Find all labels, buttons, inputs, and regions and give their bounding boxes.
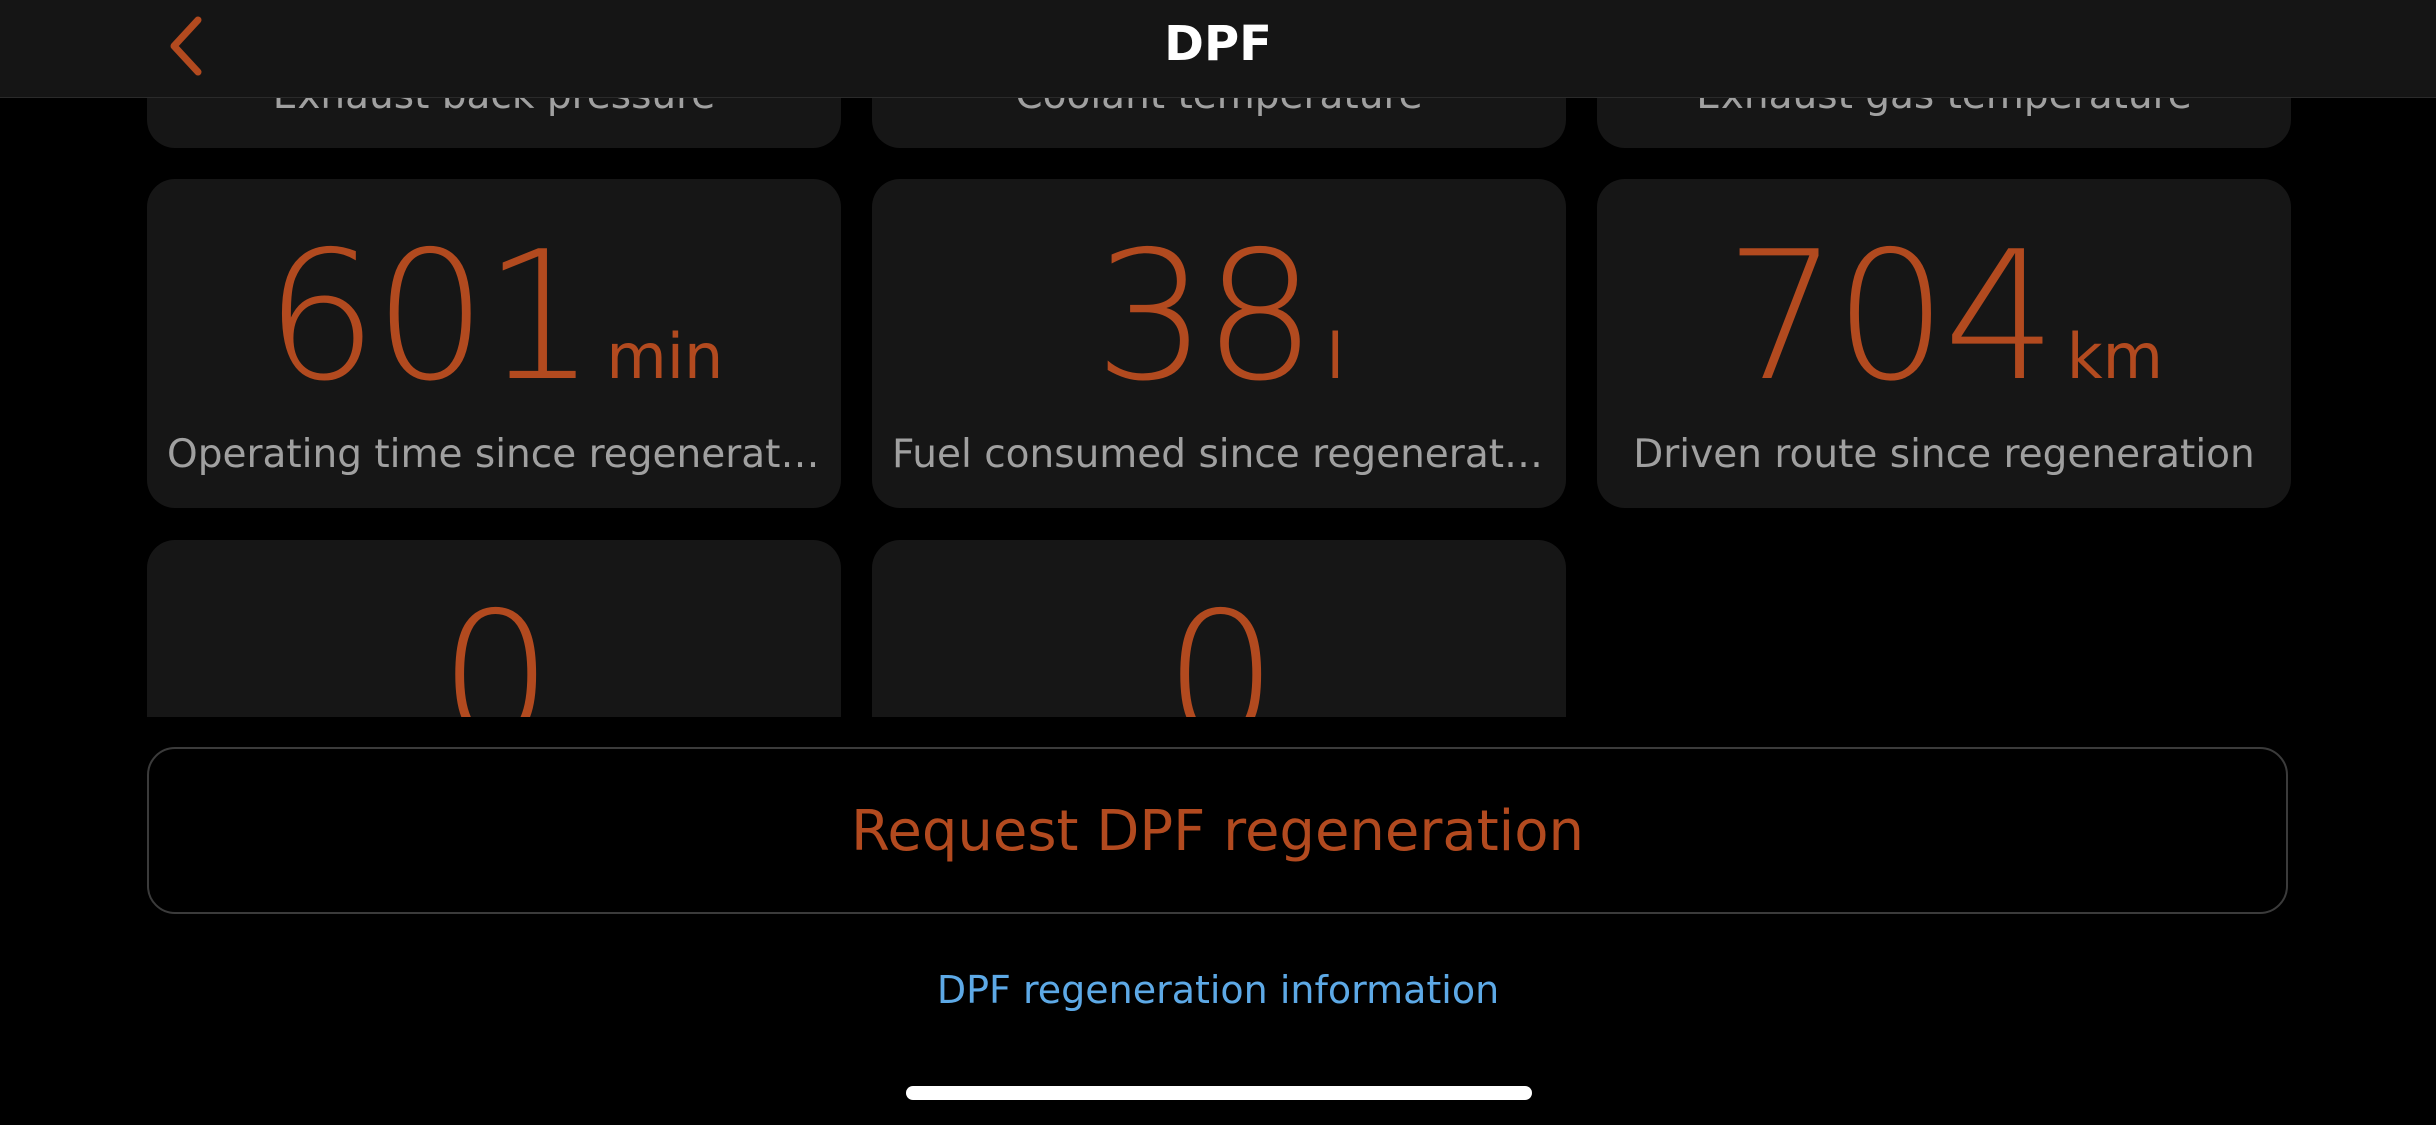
metrics-grid[interactable]: Exhaust back pressure Coolant temperatur… bbox=[0, 0, 2436, 717]
metric-value: 38 bbox=[1094, 213, 1316, 420]
metric-value-line: 704 km bbox=[1597, 213, 2291, 420]
metric-unit: l bbox=[1326, 320, 1344, 393]
metric-label: Fuel consumed since regeneration bbox=[892, 432, 1546, 477]
metric-value: 0 bbox=[439, 574, 552, 718]
metric-value-line: 0 bbox=[872, 574, 1566, 718]
dpf-screen: Exhaust back pressure Coolant temperatur… bbox=[0, 0, 2436, 1125]
metric-value: 704 bbox=[1724, 213, 2057, 420]
metric-card: 0 bbox=[147, 540, 841, 717]
metric-value-line: 38 l bbox=[872, 213, 1566, 420]
home-indicator[interactable] bbox=[906, 1086, 1532, 1100]
metric-value: 601 bbox=[264, 213, 597, 420]
metric-value-line: 0 bbox=[147, 574, 841, 718]
navigation-bar: DPF bbox=[0, 0, 2436, 98]
metric-card: 0 bbox=[872, 540, 1566, 717]
page-title: DPF bbox=[1164, 16, 1272, 72]
metric-value-line: 601 min bbox=[147, 213, 841, 420]
metric-value: 0 bbox=[1164, 574, 1277, 718]
request-dpf-regeneration-button[interactable]: Request DPF regeneration bbox=[147, 747, 2288, 914]
dpf-regeneration-information-link[interactable]: DPF regeneration information bbox=[0, 966, 2436, 1014]
metric-label: Operating time since regeneration bbox=[167, 432, 821, 477]
metric-unit: km bbox=[2066, 320, 2164, 393]
metric-unit: min bbox=[606, 320, 724, 393]
metric-card-driven-route: 704 km Driven route since regeneration bbox=[1597, 179, 2291, 508]
metric-card-fuel-consumed: 38 l Fuel consumed since regeneration bbox=[872, 179, 1566, 508]
metric-label: Driven route since regeneration bbox=[1633, 432, 2255, 477]
metric-card-operating-time: 601 min Operating time since regeneratio… bbox=[147, 179, 841, 508]
